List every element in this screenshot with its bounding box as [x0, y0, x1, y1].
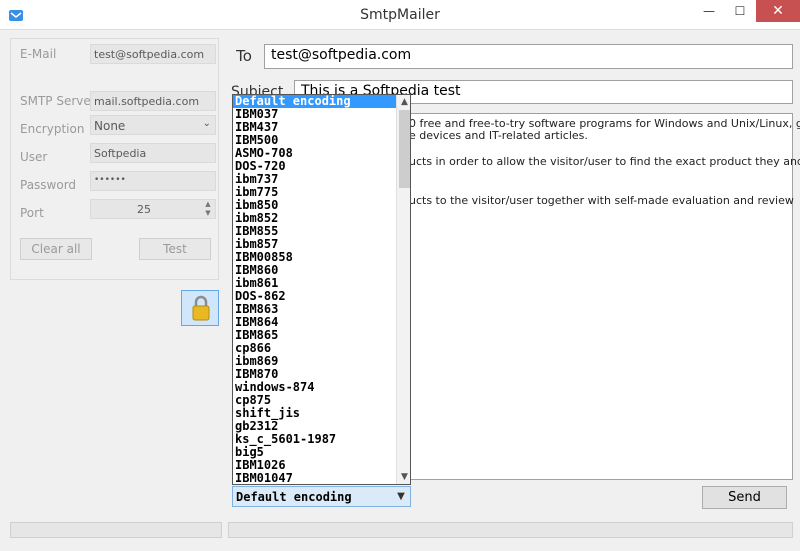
encoding-options: Default encoding IBM037 IBM437 IBM500 ASMO-7…: [233, 95, 396, 484]
port-spin-buttons[interactable]: ▲ ▼: [201, 200, 215, 218]
minimize-button[interactable]: —: [694, 0, 724, 22]
scroll-up-icon[interactable]: ▲: [397, 95, 410, 109]
close-button[interactable]: ✕: [756, 0, 800, 22]
body-line: ucts to the visitor/user together with s…: [409, 194, 794, 207]
to-field[interactable]: test@softpedia.com: [264, 44, 793, 69]
scrollbar-thumb[interactable]: [399, 110, 410, 188]
encryption-value: None: [94, 119, 126, 133]
encryption-select[interactable]: None ⌄: [90, 115, 216, 135]
user-label: User: [20, 150, 48, 164]
maximize-button[interactable]: ☐: [726, 0, 754, 22]
status-bar-right: [228, 522, 793, 538]
smtp-server-field[interactable]: mail.softpedia.com: [90, 91, 216, 111]
lock-icon: [192, 295, 210, 321]
to-button[interactable]: To: [228, 42, 260, 70]
body-line: ucts in order to allow the visitor/user …: [409, 155, 800, 168]
password-label: Password: [20, 178, 77, 192]
encoding-selected-value: Default encoding: [236, 490, 352, 504]
dropdown-scrollbar[interactable]: ▲ ▼: [396, 95, 410, 484]
encoding-dropdown-list[interactable]: Default encoding IBM037 IBM437 IBM500 ASMO-7…: [232, 94, 411, 485]
user-field[interactable]: Softpedia: [90, 143, 216, 163]
scroll-down-icon[interactable]: ▼: [397, 470, 410, 484]
lock-button[interactable]: [181, 290, 219, 326]
status-bar-left: [10, 522, 222, 538]
password-field[interactable]: ••••••: [90, 171, 216, 191]
encoding-option[interactable]: IBM01047: [233, 472, 396, 485]
port-label: Port: [20, 206, 44, 220]
window-title: SmtpMailer: [360, 7, 440, 23]
encoding-select[interactable]: Default encoding: [232, 486, 411, 507]
title-bar: SmtpMailer — ☐ ✕: [0, 0, 800, 30]
email-field[interactable]: test@softpedia.com: [90, 44, 216, 64]
port-value: 25: [137, 203, 151, 216]
email-label: E-Mail: [20, 47, 57, 61]
encryption-label: Encryption: [20, 122, 85, 136]
port-stepper[interactable]: 25: [90, 199, 216, 219]
send-button[interactable]: Send: [702, 486, 787, 509]
clear-all-button[interactable]: Clear all: [20, 238, 92, 260]
test-button[interactable]: Test: [139, 238, 211, 260]
chevron-down-icon[interactable]: ▼: [392, 487, 410, 506]
chevron-down-icon: ⌄: [202, 118, 211, 129]
smtp-server-label: SMTP Server: [20, 94, 96, 108]
body-line: e devices and IT-related articles.: [409, 129, 588, 142]
